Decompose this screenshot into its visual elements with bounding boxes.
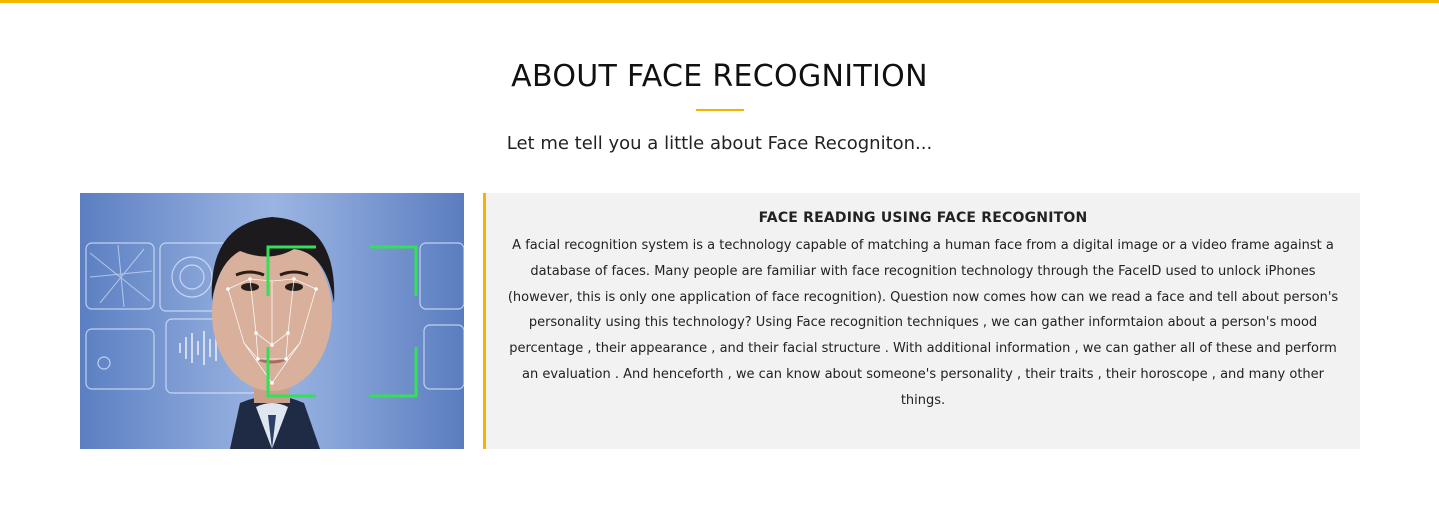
info-panel: FACE READING USING FACE RECOGNITON A fac… xyxy=(483,193,1360,449)
info-body-text: A facial recognition system is a technol… xyxy=(507,238,1339,408)
top-accent-bar xyxy=(0,0,1439,3)
section-title: ABOUT FACE RECOGNITION xyxy=(511,59,928,94)
section-subtitle: Let me tell you a little about Face Reco… xyxy=(506,133,933,154)
title-underline xyxy=(696,109,744,111)
face-recognition-image xyxy=(80,193,464,449)
info-heading: FACE READING USING FACE RECOGNITON xyxy=(758,210,1088,226)
